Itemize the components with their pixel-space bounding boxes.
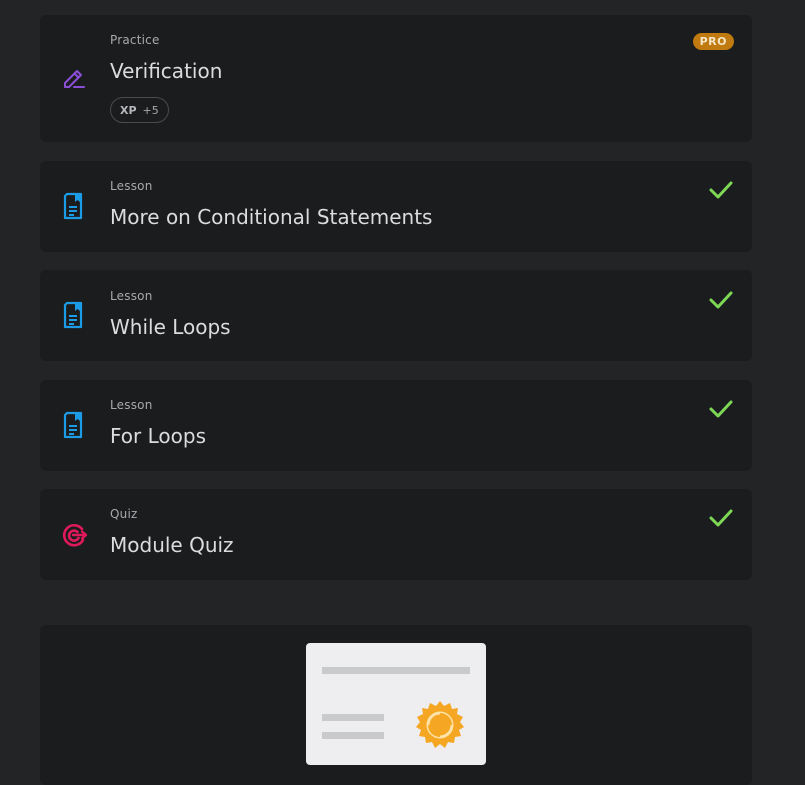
xp-label: XP xyxy=(120,103,137,117)
target-icon xyxy=(60,521,88,549)
completed-check-icon xyxy=(708,180,734,200)
item-title: While Loops xyxy=(110,315,231,339)
practice-item-verification[interactable]: Practice Verification PRO XP +5 xyxy=(40,15,752,142)
xp-reward-pill: XP +5 xyxy=(110,97,169,123)
item-type-label: Lesson xyxy=(110,398,153,412)
document-bookmark-icon xyxy=(60,411,88,439)
item-type-label: Practice xyxy=(110,33,160,47)
xp-value: +5 xyxy=(142,103,159,117)
pencil-edit-icon xyxy=(60,65,88,93)
item-type-label: Lesson xyxy=(110,289,153,303)
certificate-icon xyxy=(306,643,486,765)
lesson-item-while-loops[interactable]: Lesson While Loops xyxy=(40,270,752,361)
item-type-label: Lesson xyxy=(110,179,153,193)
item-title: For Loops xyxy=(110,424,206,448)
document-bookmark-icon xyxy=(60,301,88,329)
completed-check-icon xyxy=(708,399,734,419)
item-title: More on Conditional Statements xyxy=(110,205,433,229)
item-title: Verification xyxy=(110,59,223,83)
lesson-item-for-loops[interactable]: Lesson For Loops xyxy=(40,380,752,471)
lesson-item-more-on-conditional-statements[interactable]: Lesson More on Conditional Statements xyxy=(40,161,752,252)
completed-check-icon xyxy=(708,290,734,310)
document-bookmark-icon xyxy=(60,192,88,220)
quiz-item-module-quiz[interactable]: Quiz Module Quiz xyxy=(40,489,752,580)
certificate-card xyxy=(40,625,752,785)
pro-badge: PRO xyxy=(692,33,734,50)
item-type-label: Quiz xyxy=(110,507,138,521)
certificate-seal-icon xyxy=(416,701,464,748)
item-title: Module Quiz xyxy=(110,533,234,557)
completed-check-icon xyxy=(708,508,734,528)
